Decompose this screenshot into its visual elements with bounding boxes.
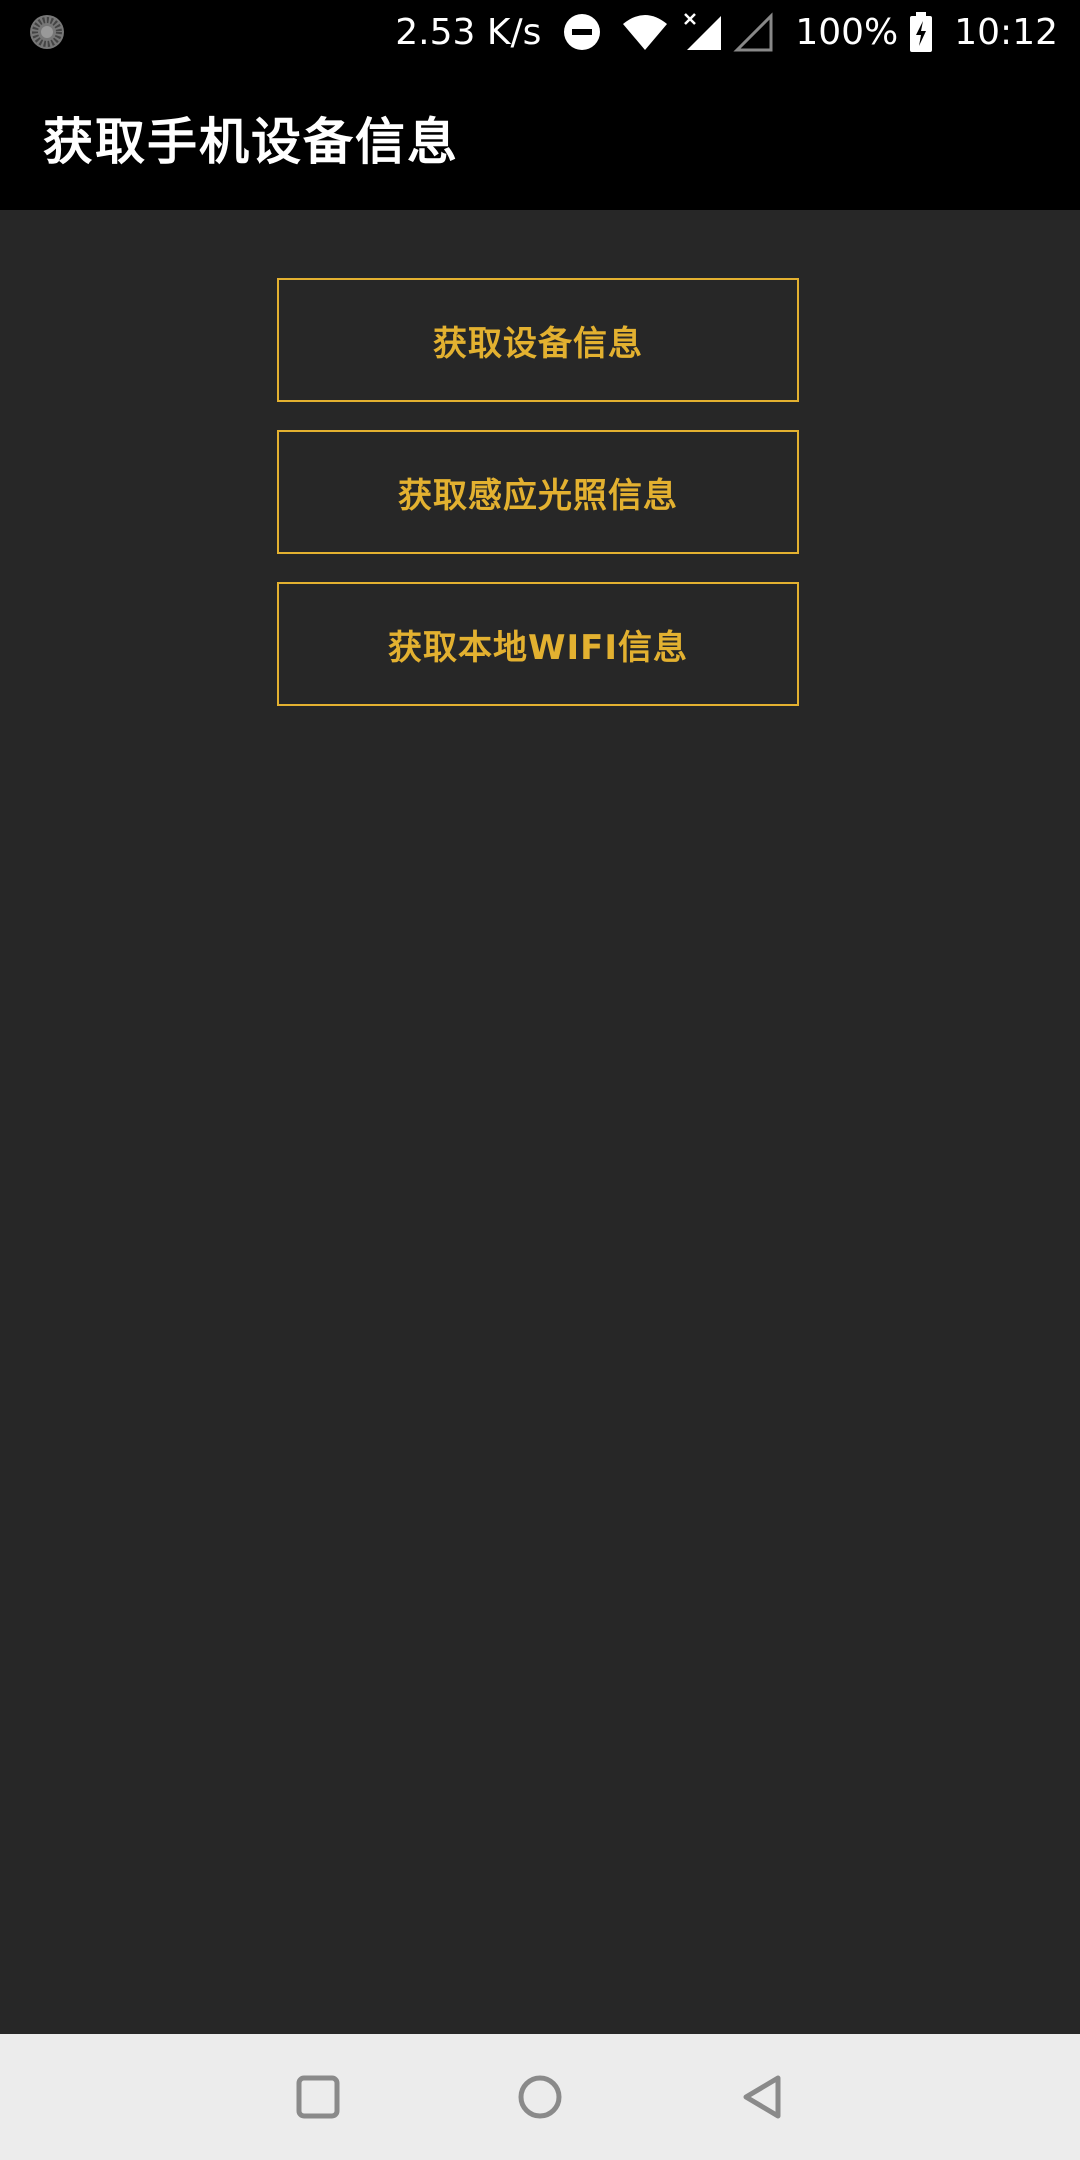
get-light-sensor-info-button[interactable]: 获取感应光照信息 <box>277 430 799 554</box>
app-bar: 获取手机设备信息 <box>0 64 1080 210</box>
back-button[interactable] <box>702 2034 822 2160</box>
page-title: 获取手机设备信息 <box>43 113 459 171</box>
cellular-signal-no-data-icon <box>683 12 723 52</box>
navigation-bar <box>0 2034 1080 2160</box>
get-device-info-button[interactable]: 获取设备信息 <box>277 278 799 402</box>
loading-spinner-icon <box>30 15 64 49</box>
back-triangle-icon <box>743 2075 781 2119</box>
status-bar: 2.53 K/s 100% 10:12 <box>0 0 1080 64</box>
battery-percentage: 100% <box>795 11 899 53</box>
status-indicators: 2.53 K/s 100% 10:12 <box>395 0 1058 64</box>
home-button[interactable] <box>480 2034 600 2160</box>
recent-apps-square-icon <box>296 2075 340 2119</box>
home-circle-icon <box>518 2075 562 2119</box>
recent-apps-button[interactable] <box>258 2034 378 2160</box>
wifi-icon <box>621 12 669 52</box>
do-not-disturb-icon <box>563 13 601 51</box>
cellular-signal-empty-icon <box>733 12 773 52</box>
network-speed: 2.53 K/s <box>395 11 542 53</box>
battery-charging-icon <box>910 12 933 52</box>
clock: 10:12 <box>954 11 1058 53</box>
get-local-wifi-info-button[interactable]: 获取本地WIFI信息 <box>277 582 799 706</box>
